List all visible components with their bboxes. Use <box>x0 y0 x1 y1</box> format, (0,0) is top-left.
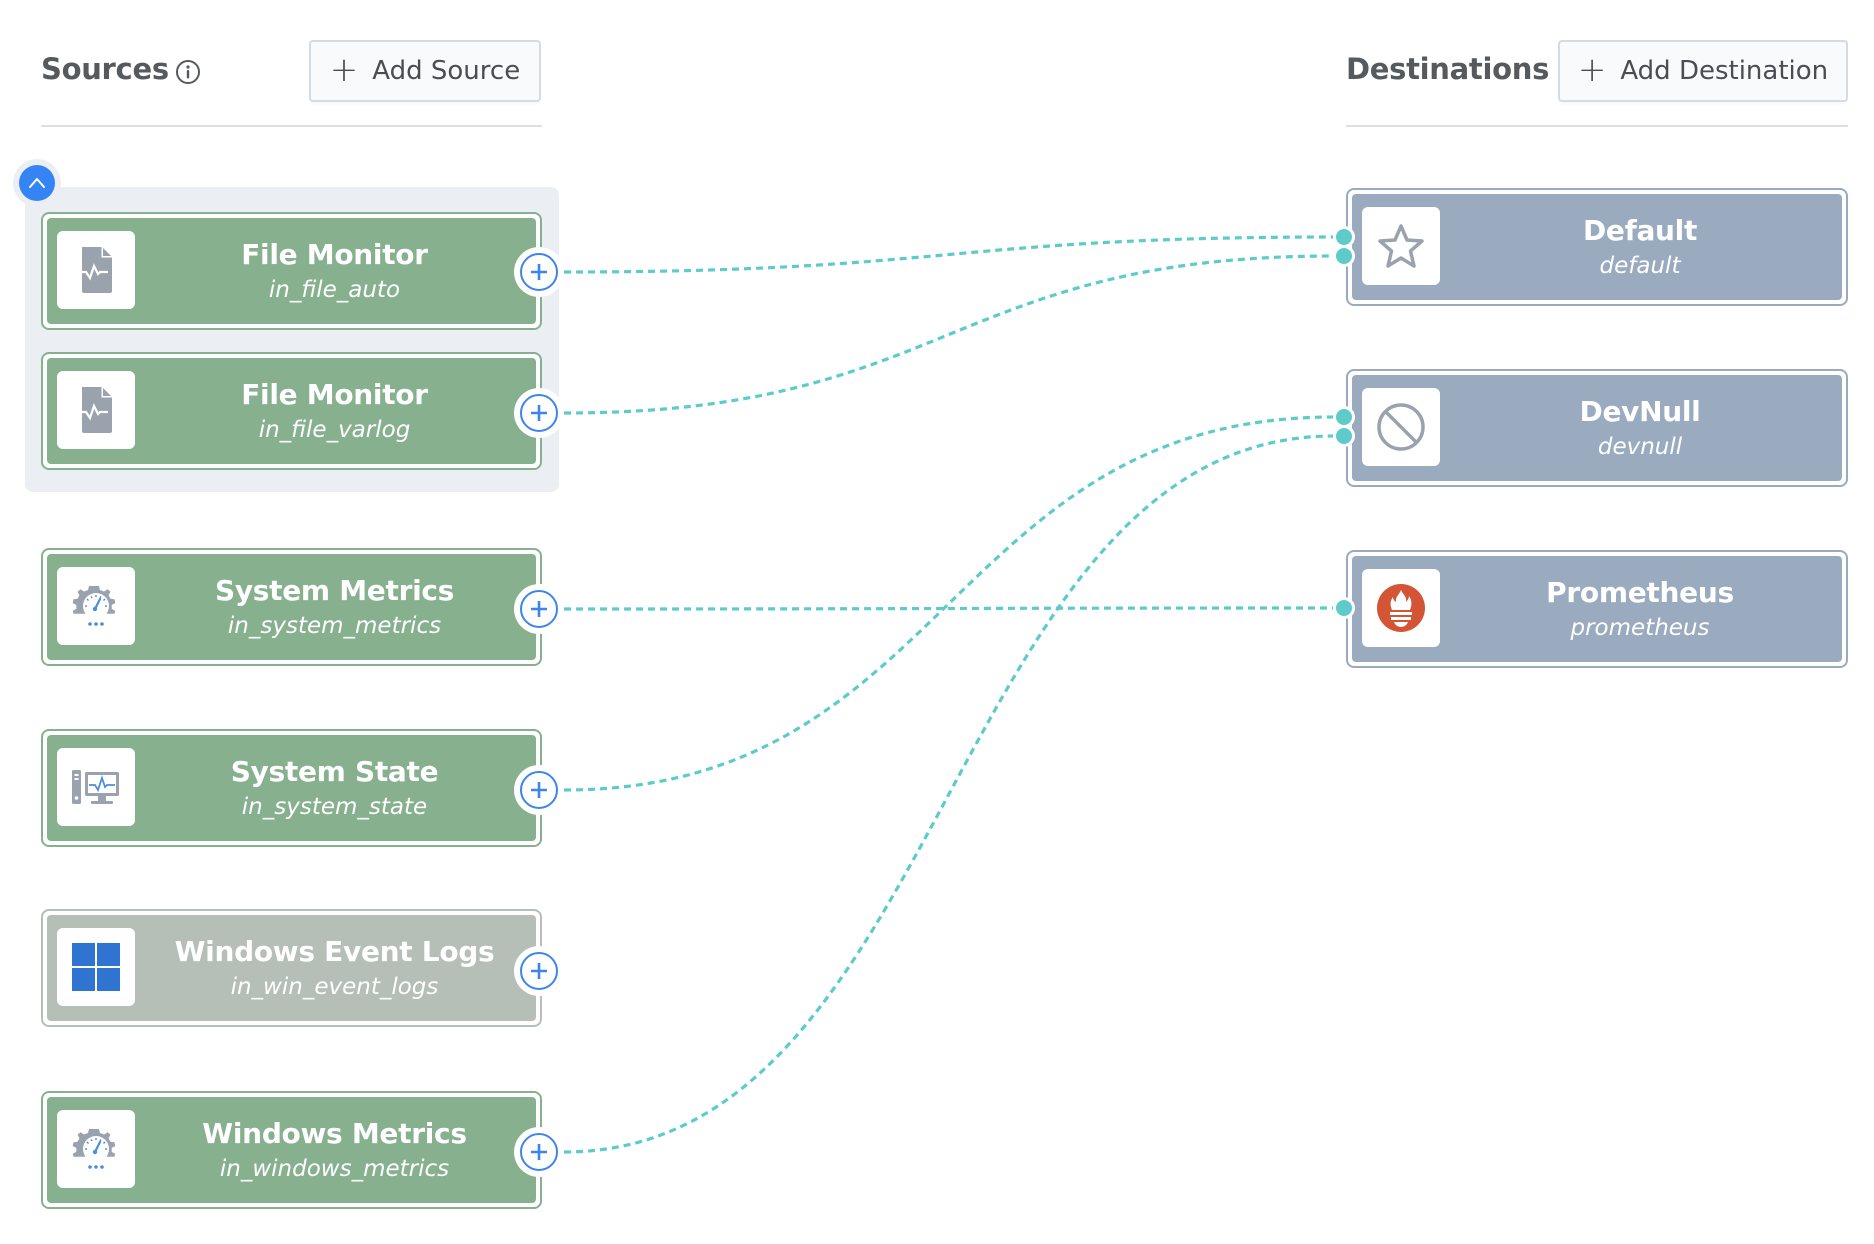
add-connection-button-in-win-event-logs[interactable] <box>514 946 564 996</box>
file-monitor-icon <box>74 387 112 433</box>
destination-card-devnull[interactable]: DevNull devnull <box>1346 369 1848 487</box>
source-name: System Metrics <box>214 574 455 607</box>
destination-input-dot-devnull-2[interactable] <box>1333 425 1355 447</box>
plus-icon <box>531 1144 547 1160</box>
destination-card-default[interactable]: Default default <box>1346 188 1848 306</box>
plus-icon <box>531 264 547 280</box>
destination-name: Default <box>1582 214 1698 247</box>
destination-input-dot-default-2[interactable] <box>1333 245 1355 267</box>
source-card-in-win-event-logs[interactable]: Windows Event Logs in_win_event_logs <box>41 909 542 1027</box>
sources-title: Sources <box>41 52 169 86</box>
source-icon-tile <box>57 371 135 449</box>
connection-in_windows_metrics-to-devnull[interactable] <box>563 434 1335 1154</box>
source-card-in-windows-metrics[interactable]: Windows Metrics in_windows_metrics <box>41 1091 542 1209</box>
add-source-label: Add Source <box>372 56 521 86</box>
computer-monitor-icon <box>72 770 119 804</box>
no-entry-icon <box>1377 403 1425 451</box>
add-destination-button[interactable]: + Add Destination <box>1558 40 1848 102</box>
plus-icon: + <box>1577 49 1607 90</box>
connection-in_file_varlog-to-default[interactable] <box>563 254 1335 415</box>
destination-id: prometheus <box>1570 615 1710 641</box>
source-card-in-system-state[interactable]: System State in_system_state <box>41 729 542 847</box>
source-name: Windows Event Logs <box>174 935 495 968</box>
destination-id: devnull <box>1597 434 1683 460</box>
add-connection-button-in-file-auto[interactable] <box>514 247 564 297</box>
prometheus-icon <box>1377 584 1425 632</box>
plus-icon <box>531 782 547 798</box>
source-id: in_system_state <box>241 794 428 820</box>
source-icon-tile <box>57 231 135 309</box>
gauge-gear-icon <box>72 1129 116 1169</box>
destination-icon-tile <box>1362 569 1440 647</box>
destination-icon-tile <box>1362 388 1440 466</box>
destination-id: default <box>1599 253 1681 279</box>
add-connection-button-in-system-state[interactable] <box>514 765 564 815</box>
gauge-gear-icon <box>72 586 116 626</box>
source-name: File Monitor <box>241 378 428 411</box>
file-monitor-icon <box>74 247 112 293</box>
destination-name: Prometheus <box>1546 576 1734 609</box>
source-card-in-file-varlog[interactable]: File Monitor in_file_varlog <box>41 352 542 470</box>
source-card-in-file-auto[interactable]: File Monitor in_file_auto <box>41 212 542 330</box>
plus-icon: + <box>329 49 359 90</box>
source-id: in_win_event_logs <box>230 974 439 1000</box>
windows-logo-icon <box>72 943 120 991</box>
plus-icon <box>531 405 547 421</box>
destination-card-prometheus[interactable]: Prometheus prometheus <box>1346 550 1848 668</box>
star-icon <box>1378 224 1424 268</box>
add-source-button[interactable]: + Add Source <box>309 40 541 102</box>
add-destination-label: Add Destination <box>1620 56 1829 86</box>
source-id: in_file_auto <box>268 277 401 303</box>
source-id: in_system_metrics <box>227 613 442 639</box>
add-connection-button-in-windows-metrics[interactable] <box>514 1127 564 1177</box>
source-icon-tile <box>57 567 135 645</box>
destination-name: DevNull <box>1579 395 1701 428</box>
destinations-title: Destinations <box>1346 52 1550 86</box>
source-id: in_file_varlog <box>258 417 411 443</box>
connection-in_system_state-to-devnull[interactable] <box>563 415 1335 792</box>
source-icon-tile <box>57 748 135 826</box>
source-name: System State <box>230 755 439 788</box>
destination-input-dot-prometheus-1[interactable] <box>1333 597 1355 619</box>
info-icon[interactable] <box>175 59 201 85</box>
add-connection-button-in-system-metrics[interactable] <box>514 584 564 634</box>
source-icon-tile <box>57 1110 135 1188</box>
sources-divider <box>41 125 542 127</box>
destination-icon-tile <box>1362 207 1440 285</box>
source-card-in-system-metrics[interactable]: System Metrics in_system_metrics <box>41 548 542 666</box>
source-id: in_windows_metrics <box>219 1156 450 1182</box>
chevron-up-icon <box>29 178 45 188</box>
destinations-divider <box>1346 125 1848 127</box>
add-connection-button-in-file-varlog[interactable] <box>514 388 564 438</box>
plus-icon <box>531 601 547 617</box>
source-icon-tile <box>57 928 135 1006</box>
connection-in_system_metrics-to-prometheus[interactable] <box>563 606 1335 611</box>
connection-in_file_auto-to-default[interactable] <box>563 235 1335 274</box>
source-name: Windows Metrics <box>202 1117 467 1150</box>
source-name: File Monitor <box>241 238 428 271</box>
plus-icon <box>531 963 547 979</box>
collapse-group-button[interactable] <box>19 165 55 201</box>
